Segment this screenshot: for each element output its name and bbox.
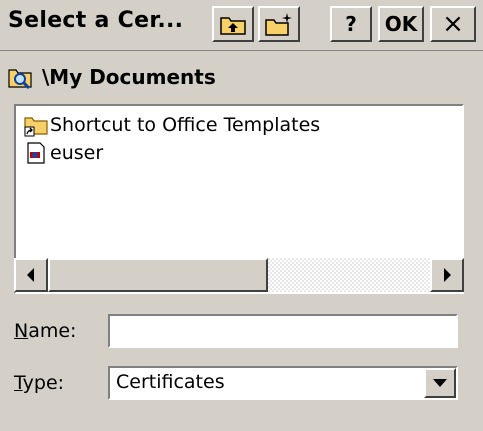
new-folder-button[interactable] — [258, 6, 300, 42]
type-dropdown-value: Certificates — [116, 371, 225, 393]
path-label: \My Documents — [42, 65, 216, 89]
folder-search-icon — [8, 69, 32, 89]
close-button[interactable]: × — [430, 6, 476, 42]
scroll-left-button[interactable] — [14, 258, 48, 292]
name-label: Name: — [14, 320, 77, 342]
type-dropdown[interactable]: Certificates — [108, 366, 458, 400]
current-path[interactable]: \My Documents — [8, 62, 216, 92]
type-label: Type: — [14, 372, 65, 394]
scroll-thumb[interactable] — [48, 258, 268, 292]
up-folder-icon — [220, 17, 246, 35]
horizontal-scrollbar[interactable] — [14, 258, 464, 292]
title-bar: Select a Cer... ? OK × — [0, 0, 483, 51]
new-folder-icon — [265, 13, 292, 36]
list-item-label: euser — [50, 142, 104, 164]
window-title: Select a Cer... — [8, 8, 184, 33]
folder-shortcut-icon — [24, 117, 48, 137]
chevron-down-icon — [433, 379, 447, 387]
certificate-file-icon — [27, 142, 45, 164]
list-item[interactable]: Shortcut to Office Templates — [24, 112, 320, 138]
help-button[interactable]: ? — [330, 6, 372, 42]
name-input[interactable] — [108, 314, 458, 348]
list-item[interactable]: euser — [24, 140, 103, 166]
list-item-label: Shortcut to Office Templates — [50, 114, 321, 136]
arrow-left-icon — [27, 268, 34, 282]
up-folder-button[interactable] — [212, 6, 254, 42]
arrow-right-icon — [444, 268, 451, 282]
dropdown-button[interactable] — [424, 368, 456, 398]
ok-button[interactable]: OK — [378, 6, 424, 42]
scroll-right-button[interactable] — [430, 258, 464, 292]
